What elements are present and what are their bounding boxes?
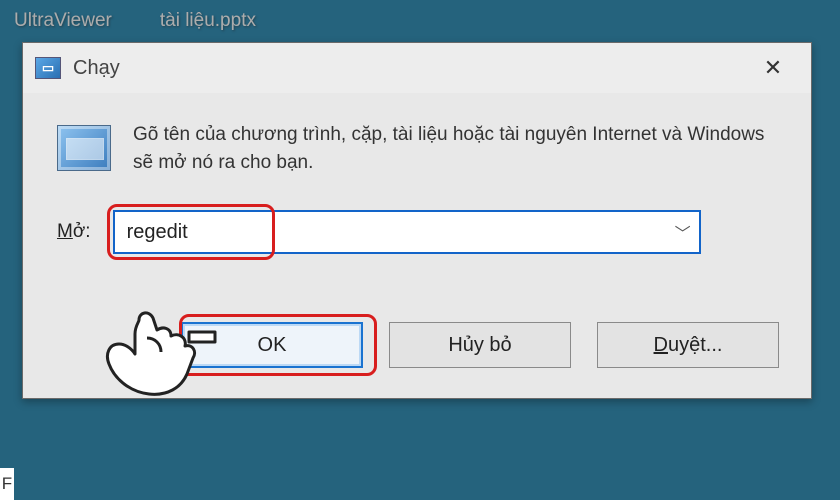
open-label: Mở: — [57, 221, 91, 243]
close-icon: ✕ — [764, 55, 782, 81]
run-dialog: ▭ Chạy ✕ Gõ tên của chương trình, cặp, t… — [22, 42, 812, 399]
cancel-button[interactable]: Hủy bỏ — [389, 322, 571, 368]
browse-button[interactable]: Duyệt... — [597, 322, 779, 368]
partial-window-edge: F — [0, 468, 14, 500]
run-dialog-icon: ▭ — [35, 57, 61, 79]
titlebar: ▭ Chạy ✕ — [23, 43, 811, 93]
dialog-title: Chạy — [73, 57, 120, 80]
ok-button[interactable]: OK — [181, 322, 363, 368]
run-large-icon — [57, 125, 111, 171]
button-row: OK Hủy bỏ Duyệt... — [23, 322, 811, 398]
dialog-description: Gõ tên của chương trình, cặp, tài liệu h… — [133, 121, 777, 176]
close-button[interactable]: ✕ — [749, 49, 797, 87]
open-input[interactable] — [113, 210, 701, 254]
